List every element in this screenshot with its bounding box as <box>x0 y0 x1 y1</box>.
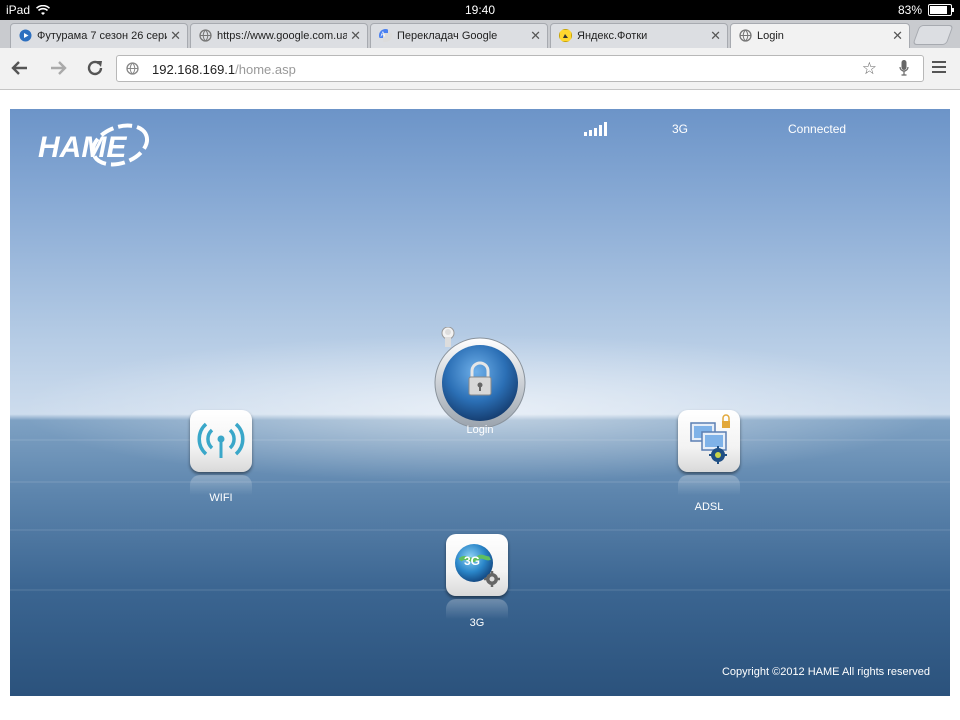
svg-text:A: A <box>381 32 386 39</box>
close-icon[interactable]: ✕ <box>892 28 903 44</box>
back-button[interactable] <box>9 57 31 79</box>
browser-toolbar: 192.168.169.1/home.asp ☆ <box>0 48 960 90</box>
battery-icon <box>928 4 954 16</box>
yandex-photos-icon <box>559 29 572 42</box>
globe-icon <box>126 62 139 75</box>
tab-translate[interactable]: A Перекладач Google ✕ <box>370 23 548 48</box>
microphone-icon[interactable] <box>899 60 909 76</box>
forward-button[interactable] <box>47 57 69 79</box>
globe-icon <box>739 29 752 42</box>
3g-globe-icon: 3G <box>455 544 500 587</box>
browser-tab-strip: Футурама 7 сезон 26 серия ✕ https://www.… <box>0 20 960 48</box>
menu-button[interactable] <box>932 61 946 76</box>
clock: 19:40 <box>464 3 496 17</box>
reload-icon <box>87 60 103 76</box>
signal-strength-icon <box>584 122 607 136</box>
url-host: 192.168.169.1 <box>152 62 236 77</box>
battery-percent: 83% <box>897 3 922 17</box>
web-content: HAME 3G Connected Login WIFI ADSL 3G 3G … <box>0 90 960 720</box>
tab-title: https://www.google.com.ua <box>217 30 347 42</box>
wifi-label[interactable]: WIFI <box>171 492 271 504</box>
close-icon[interactable]: ✕ <box>530 28 541 44</box>
reload-button[interactable] <box>84 57 106 79</box>
globe-icon <box>199 29 212 42</box>
tab-title: Перекладач Google <box>397 30 498 42</box>
network-mode-label: 3G <box>672 122 689 136</box>
connection-status: Connected <box>788 122 847 136</box>
3g-label[interactable]: 3G <box>427 617 527 629</box>
arrow-right-icon <box>51 61 67 75</box>
close-icon[interactable]: ✕ <box>350 28 361 44</box>
network-settings-icon <box>690 414 730 464</box>
brand-text: HAME <box>38 131 127 164</box>
3g-button[interactable]: 3G <box>446 534 508 596</box>
tab-title: Футурама 7 сезон 26 серия <box>37 30 167 42</box>
url-text: 192.168.169.1/home.asp <box>152 62 296 77</box>
tab-google[interactable]: https://www.google.com.ua ✕ <box>190 23 368 48</box>
tab-yandex-photos[interactable]: Яндекс.Фотки ✕ <box>550 23 728 48</box>
arrow-left-icon <box>11 61 27 75</box>
login-label[interactable]: Login <box>430 424 530 436</box>
router-home-panel: HAME 3G Connected Login WIFI ADSL 3G 3G … <box>10 109 950 696</box>
wireless-antenna-icon <box>197 422 245 458</box>
tab-title: Яндекс.Фотки <box>577 30 648 42</box>
close-icon[interactable]: ✕ <box>710 28 721 44</box>
adsl-button[interactable] <box>678 410 740 472</box>
url-path: /home.asp <box>235 62 296 77</box>
bookmark-star-icon[interactable]: ☆ <box>862 59 877 79</box>
svg-text:3G: 3G <box>464 554 480 568</box>
copyright-text: Copyright ©2012 HAME All rights reserved <box>721 666 930 678</box>
new-tab-button[interactable] <box>912 25 954 45</box>
wifi-button[interactable] <box>190 410 252 472</box>
lock-icon <box>434 326 526 429</box>
close-icon[interactable]: ✕ <box>170 28 181 44</box>
login-button[interactable] <box>432 326 528 429</box>
play-icon <box>19 29 32 42</box>
tab-title: Login <box>757 30 784 42</box>
tab-futurama[interactable]: Футурама 7 сезон 26 серия ✕ <box>10 23 188 48</box>
ios-status-bar: iPad 19:40 83% <box>0 0 960 20</box>
address-bar[interactable]: 192.168.169.1/home.asp ☆ <box>116 55 924 82</box>
tab-login[interactable]: Login ✕ <box>730 23 910 48</box>
translate-icon: A <box>379 29 392 42</box>
adsl-label[interactable]: ADSL <box>659 501 759 513</box>
hame-logo: HAME <box>38 123 150 167</box>
